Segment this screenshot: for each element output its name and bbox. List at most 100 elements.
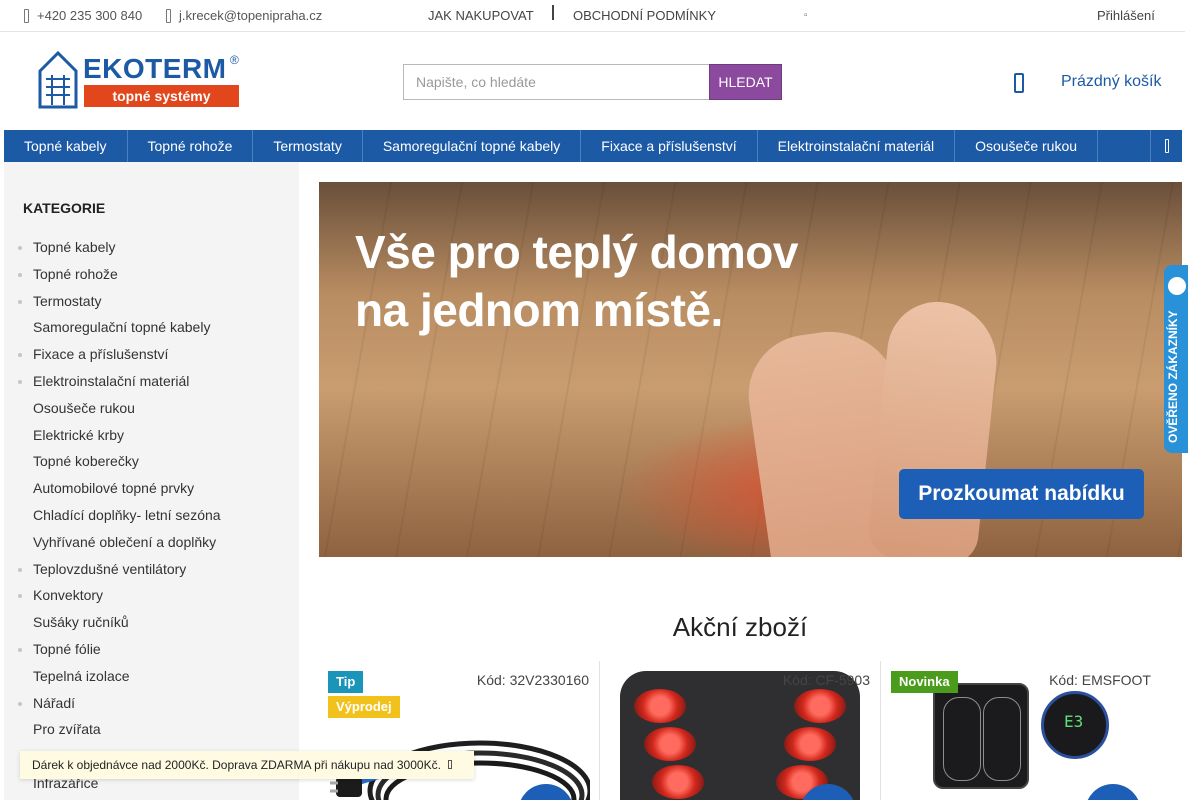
sidebar-category-label: Sušáky ručníků (33, 614, 129, 631)
sidebar-category-label: Teplovzdušné ventilátory (33, 560, 187, 577)
sidebar-category-item[interactable]: Konvektory (4, 582, 221, 609)
logo-brand: EKOTERM (83, 53, 227, 84)
sidebar-category-label: Samoregulační topné kabely (33, 319, 211, 336)
banner-cta-button[interactable]: Prozkoumat nabídku (899, 469, 1144, 519)
nav-item[interactable]: Topné kabely (4, 130, 128, 162)
site-logo[interactable]: EKOTERM ® topné systémy (38, 51, 240, 109)
menu-icon (1164, 139, 1169, 153)
sidebar-category-item[interactable]: Elektrické krby (4, 422, 221, 449)
sidebar-category-label: Topné fólie (33, 640, 101, 657)
product-image-ems-remote: E3 (1041, 691, 1109, 759)
phone-number: +420 235 300 840 (37, 8, 143, 23)
nav-more-button[interactable] (1150, 130, 1182, 162)
sidebar-category-label: Nářadí (33, 694, 76, 711)
sidebar-category-item[interactable]: Automobilové topné prvky (4, 475, 221, 502)
nav-item[interactable]: Samoregulační topné kabely (363, 130, 582, 162)
sidebar-category-item[interactable]: Topné fólie (4, 636, 221, 663)
product-image-foot-massager (620, 671, 860, 800)
sidebar-category-item[interactable]: Topné kabely (4, 234, 221, 261)
logo-tagline: topné systémy (84, 85, 239, 107)
expand-bullet-icon (18, 567, 22, 572)
search-form: HLEDAT (403, 64, 782, 100)
ems-remote-display: E3 (1064, 712, 1084, 731)
ems-mat-foot-outline (943, 697, 981, 781)
sidebar-category-label: Pro zvířata (33, 721, 101, 738)
search-button[interactable]: HLEDAT (709, 64, 782, 100)
sidebar-category-item[interactable]: Fixace a příslušenství (4, 341, 221, 368)
nav-item[interactable]: Elektroinstalační materiál (758, 130, 956, 162)
sidebar-category-item[interactable]: Elektroinstalační materiál (4, 368, 221, 395)
sidebar-category-label: Topné kabely (33, 239, 116, 255)
main-navigation: Topné kabely Topné rohože Termostaty Samore… (4, 130, 1182, 162)
massager-heat-pad (794, 689, 846, 723)
verified-seal-icon (1168, 277, 1186, 295)
top-bar: +420 235 300 840 j.krecek@topenipraha.cz… (0, 0, 1185, 32)
expand-bullet-icon (18, 594, 22, 599)
product-flag-sale: Výprodej (328, 696, 400, 718)
sidebar-category-item[interactable]: Samoregulační topné kabely (4, 314, 221, 341)
sidebar-category-item[interactable]: Termostaty (4, 288, 221, 315)
logo-house-icon (38, 51, 78, 109)
product-image-ems-foot-mat (933, 683, 1029, 789)
sidebar-category-item[interactable]: Osoušeče rukou (4, 395, 221, 422)
sidebar-category-item[interactable]: Teplovzdušné ventilátory (4, 556, 221, 583)
sidebar-category-label: Konvektory (33, 587, 104, 604)
product-flag-tip: Tip (328, 671, 364, 693)
login-link[interactable]: Přihlášení (1097, 8, 1155, 23)
category-list: Topné kabely Topné rohože Termostaty Samore… (4, 234, 221, 797)
product-code: Kód: CF-5903 (782, 672, 870, 688)
verified-customers-badge[interactable]: OVĚŘENO ZÁKAZNÍKY (1164, 265, 1188, 453)
product-card[interactable]: E3 Kód: EMSFOOT Novinka (880, 661, 1161, 800)
sidebar-category-label: Elektrické krby (33, 426, 125, 443)
product-code: Kód: 32V2330160 (476, 672, 589, 688)
how-to-shop-link[interactable]: JAK NAKUPOVAT (428, 8, 534, 23)
sidebar-category-label: Topné rohože (33, 265, 118, 282)
language-dropdown-icon[interactable]: ▫ (804, 10, 808, 21)
cart-icon (1014, 73, 1024, 93)
sidebar-category-item[interactable]: Sušáky ručníků (4, 609, 221, 636)
sidebar-category-label: Termostaty (33, 292, 102, 309)
massager-heat-pad (634, 689, 686, 723)
close-icon[interactable] (448, 760, 452, 769)
expand-bullet-icon (18, 299, 22, 304)
sidebar-category-label: Topné koberečky (33, 453, 139, 470)
sidebar-category-item[interactable]: Topné rohože (4, 261, 221, 288)
product-card[interactable]: Kód: CF-5903 (599, 661, 880, 800)
hero-banner[interactable]: Vše pro teplý domov na jednom místě. Pro… (319, 182, 1182, 557)
sidebar-category-item[interactable]: Nářadí (4, 690, 221, 717)
sidebar-category-label: Automobilové topné prvky (33, 480, 195, 497)
email-address: j.krecek@topenipraha.cz (179, 8, 323, 23)
phone-icon (24, 8, 29, 23)
nav-item[interactable]: Termostaty (253, 130, 363, 162)
cart-label: Prázdný košík (1061, 73, 1162, 90)
sidebar-category-item[interactable]: Vyhřívané oblečení a doplňky (4, 529, 221, 556)
sidebar-category-item[interactable]: Pro zvířata (4, 716, 221, 743)
shipping-notice-text: Dárek k objednávce nad 2000Kč. Doprava Z… (32, 758, 441, 772)
expand-bullet-icon (18, 246, 22, 250)
sidebar-category-label: Elektroinstalační materiál (33, 372, 190, 389)
sidebar-category-label: Vyhřívané oblečení a doplňky (33, 533, 217, 550)
banner-headline-line: na jednom místě. (355, 283, 723, 336)
sidebar-category-item[interactable]: Tepelná izolace (4, 663, 221, 690)
expand-bullet-icon (18, 379, 22, 384)
nav-item[interactable]: Fixace a příslušenství (581, 130, 758, 162)
product-flag-new: Novinka (891, 671, 958, 693)
product-card[interactable]: Kód: 32V2330160 Tip Výprodej (318, 661, 599, 800)
ems-mat-foot-outline (983, 697, 1021, 781)
massager-heat-pad (784, 727, 836, 761)
phone-contact[interactable]: +420 235 300 840 (24, 8, 142, 23)
email-contact[interactable]: j.krecek@topenipraha.cz (166, 8, 322, 23)
expand-bullet-icon (18, 353, 22, 358)
banner-headline-line: Vše pro teplý domov (355, 226, 798, 278)
expand-bullet-icon (18, 647, 22, 652)
expand-bullet-icon (18, 701, 22, 706)
nav-item[interactable]: Osoušeče rukou (955, 130, 1099, 162)
nav-item[interactable]: Topné rohože (128, 130, 254, 162)
add-to-cart-button[interactable] (1085, 784, 1141, 800)
search-input[interactable] (403, 64, 709, 100)
sidebar-category-label: Tepelná izolace (33, 667, 130, 684)
terms-link[interactable]: OBCHODNÍ PODMÍNKY (573, 8, 716, 23)
sidebar-category-item[interactable]: Chladící doplňky- letní sezóna (4, 502, 221, 529)
sidebar-category-label: Fixace a příslušenství (33, 346, 169, 363)
sidebar-category-item[interactable]: Topné koberečky (4, 448, 221, 475)
